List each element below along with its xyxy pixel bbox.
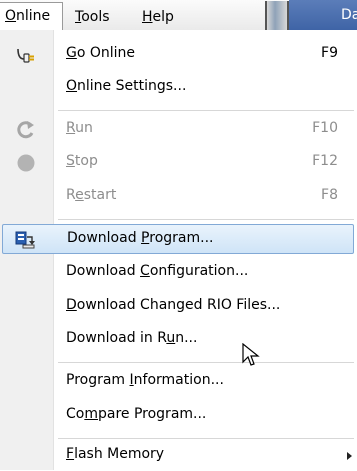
menu-item-compare-program[interactable]: Compare Program...	[2, 401, 354, 431]
shortcut-f12: F12	[312, 153, 338, 169]
background-window-title: Da	[341, 7, 357, 23]
menu-tools[interactable]: Tools	[75, 8, 110, 26]
menu-item-flash-memory-label: Flash Memory	[66, 446, 164, 462]
menu-item-go-online-label: Go Online	[66, 45, 135, 61]
label-text: Program	[66, 372, 130, 388]
label-text: nline Settings...	[77, 78, 187, 94]
label-text: rogram...	[149, 230, 214, 246]
menu-item-download-changed-rio-label: Download Changed RIO Files...	[66, 297, 280, 313]
background-window-titlebar: Da	[289, 0, 357, 30]
menu-item-flash-memory[interactable]: Flash Memory	[2, 441, 354, 471]
label-text: o Online	[76, 45, 136, 61]
online-dropdown-menu: Go Online F9 Online Settings... Run F10 …	[0, 30, 357, 470]
label-text: R	[66, 187, 76, 203]
menu-item-download-in-run[interactable]: Download in Run...	[2, 325, 354, 355]
menu-item-program-information[interactable]: Program Information...	[2, 367, 354, 397]
label-text: un	[75, 120, 93, 136]
chevron-right-icon	[347, 452, 352, 460]
menu-item-program-information-label: Program Information...	[66, 372, 224, 388]
menu-item-restart-label: Restart	[66, 187, 116, 203]
mnemonic-o: O	[66, 78, 78, 94]
label-text: n...	[175, 330, 198, 346]
mnemonic-s: S	[66, 153, 75, 169]
mouse-pointer-icon	[242, 343, 260, 366]
menu-item-compare-program-label: Compare Program...	[66, 406, 206, 422]
mnemonic-r: R	[66, 120, 76, 136]
menu-item-stop[interactable]: Stop F12	[2, 148, 354, 178]
menu-item-download-in-run-label: Download in Run...	[66, 330, 197, 346]
menu-tools-label: ools	[81, 9, 110, 25]
label-text: Download in R	[66, 330, 167, 346]
label-text: Download	[67, 230, 142, 246]
mnemonic-m: m	[84, 406, 98, 422]
menu-help-label: elp	[152, 9, 174, 25]
connect-plug-icon	[17, 48, 34, 63]
menu-separator	[58, 219, 354, 220]
menu-help[interactable]: Help	[142, 8, 174, 26]
mnemonic-e: e	[75, 187, 84, 203]
menu-item-restart[interactable]: Restart F8	[2, 182, 354, 212]
menu-item-stop-label: Stop	[66, 153, 98, 169]
label-text: start	[83, 187, 117, 203]
label-text: Download	[66, 263, 141, 279]
label-text: Co	[66, 406, 85, 422]
menu-item-download-program[interactable]: Download Program...	[2, 224, 354, 254]
run-refresh-icon	[17, 121, 34, 139]
menu-bar: Online Tools Help Da	[0, 0, 357, 31]
menu-item-download-changed-rio-files[interactable]: Download Changed RIO Files...	[2, 292, 354, 322]
menu-help-mnemonic: H	[142, 9, 153, 25]
label-text: pare Program...	[97, 406, 207, 422]
shortcut-f8: F8	[321, 187, 338, 203]
mnemonic-u: u	[166, 330, 176, 346]
menu-online-label: nline	[16, 8, 51, 24]
menu-item-download-configuration-label: Download Configuration...	[66, 263, 248, 279]
stop-circle-icon	[17, 154, 35, 172]
menu-online-mnemonic: O	[5, 8, 17, 24]
menu-item-download-configuration[interactable]: Download Configuration...	[2, 258, 354, 288]
menu-separator	[58, 438, 354, 439]
label-text: lash Memory	[74, 446, 165, 462]
shortcut-f10: F10	[312, 120, 338, 136]
window-splitter	[265, 1, 289, 30]
shortcut-f9: F9	[321, 45, 338, 61]
menu-item-online-settings-label: Online Settings...	[66, 78, 186, 94]
label-text: top	[74, 153, 98, 169]
label-text: nformation...	[133, 372, 224, 388]
menu-item-go-online[interactable]: Go Online F9	[2, 40, 354, 70]
label-text: onfiguration...	[149, 263, 249, 279]
download-program-icon	[15, 231, 35, 249]
label-text: ownload Changed RIO Files...	[76, 297, 281, 313]
mnemonic-f: F	[66, 446, 75, 462]
menu-item-download-program-label: Download Program...	[67, 230, 213, 246]
menu-separator	[58, 110, 354, 111]
menu-item-run[interactable]: Run F10	[2, 115, 354, 145]
mnemonic-g: G	[66, 45, 77, 61]
menu-online[interactable]: Online	[0, 2, 63, 31]
mnemonic-d: D	[66, 297, 77, 313]
menu-item-online-settings[interactable]: Online Settings...	[2, 73, 354, 103]
mnemonic-c: C	[140, 263, 150, 279]
menu-separator	[58, 362, 354, 363]
menu-item-run-label: Run	[66, 120, 93, 136]
